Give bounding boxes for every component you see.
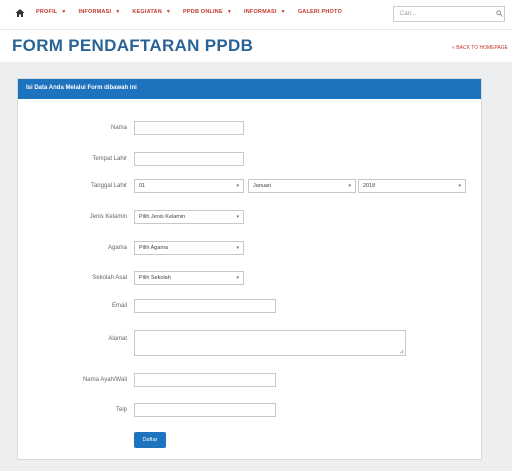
jenis-kelamin-select[interactable]: Pilih Jenis Kelamin ▾ [134,210,244,224]
nav-item-profil[interactable]: PROFIL ▼ [36,9,67,15]
tanggal-year-select[interactable]: 2018 ▾ [358,179,466,193]
sekolah-asal-label: Sekolah Asal [92,275,127,281]
daftar-button[interactable]: Daftar [134,432,166,448]
chevron-down-icon: ▼ [115,9,121,15]
sekolah-asal-select[interactable]: Pilih Sekolah ▾ [134,271,244,285]
email-label: Email [111,303,127,309]
chevron-down-icon: ▾ [236,183,239,189]
panel-header-text: Isi Data Anda Melalui Form dibawah ini [26,85,137,91]
jenis-kelamin-label: Jenis Kelamin [89,214,127,220]
nav-item-informasi-2[interactable]: INFORMASI ▼ [244,9,286,15]
alamat-textarea[interactable] [134,330,406,356]
nav-item-label: GALERI PHOTO [297,9,342,15]
nama-label: Nama [110,125,127,131]
chevron-down-icon: ▾ [458,183,461,189]
back-to-homepage-link[interactable]: « BACK TO HOMEPAGE [452,45,508,51]
agama-label: Agama [107,245,127,251]
nav-item-label: INFORMASI [78,9,112,15]
tanggal-month-select[interactable]: Januari ▾ [248,179,356,193]
chevron-down-icon: ▼ [280,9,286,15]
sekolah-asal-value: Pilih Sekolah [139,275,171,281]
nav-item-label: PPDB ONLINE [183,9,223,15]
nav-item-ppdb-online[interactable]: PPDB ONLINE ▼ [183,9,232,15]
agama-value: Pilih Agama [139,245,169,251]
tempat-lahir-field[interactable] [134,152,244,166]
nama-ayah-label: Nama Ayah/Wali [82,377,127,383]
alamat-label: Alamat [108,336,127,342]
search-icon[interactable] [496,10,503,17]
chevron-down-icon: ▾ [348,183,351,189]
home-icon[interactable] [15,8,25,18]
tanggal-month-value: Januari [253,183,272,189]
chevron-down-icon: ▾ [236,214,239,220]
jenis-kelamin-value: Pilih Jenis Kelamin [139,214,186,220]
nav-item-informasi[interactable]: INFORMASI ▼ [79,9,121,15]
tanggal-day-select[interactable]: 01 ▾ [134,179,244,193]
nav-item-label: INFORMASI [243,9,277,15]
panel-header: Isi Data Anda Melalui Form dibawah ini [18,79,481,99]
nav-item-kegiatan[interactable]: KEGIATAN ▼ [132,9,171,15]
tanggal-year-value: 2018 [363,183,376,189]
nama-field[interactable] [134,121,244,135]
email-field[interactable] [134,299,276,313]
nav-item-galeri-photo[interactable]: GALERI PHOTO [298,9,342,15]
chevron-down-icon: ▼ [226,9,232,15]
telp-label: Telp [115,407,127,413]
nav-item-label: PROFIL [36,9,58,15]
chevron-down-icon: ▼ [165,9,172,15]
chevron-down-icon: ▼ [61,9,67,15]
top-navigation: PROFIL ▼ INFORMASI ▼ KEGIATAN ▼ PPDB ONLINE… [0,0,512,30]
nav-menu: PROFIL ▼ INFORMASI ▼ KEGIATAN ▼ PPDB ONLINE… [36,9,354,15]
tanggal-lahir-label: Tanggal Lahir [90,183,127,189]
page-title: FORM PENDAFTARAN PPDB [12,36,254,55]
tanggal-day-value: 01 [139,183,146,189]
chevron-down-icon: ▾ [236,275,239,281]
tempat-lahir-label: Tempat Lahir [92,156,127,162]
chevron-down-icon: ▾ [236,245,239,251]
telp-field[interactable] [134,403,276,417]
agama-select[interactable]: Pilih Agama ▾ [134,241,244,255]
resize-grip-icon[interactable] [399,349,404,354]
nama-ayah-field[interactable] [134,373,276,387]
nav-item-label: KEGIATAN [132,9,162,15]
search-input[interactable]: Cari... [393,6,505,22]
